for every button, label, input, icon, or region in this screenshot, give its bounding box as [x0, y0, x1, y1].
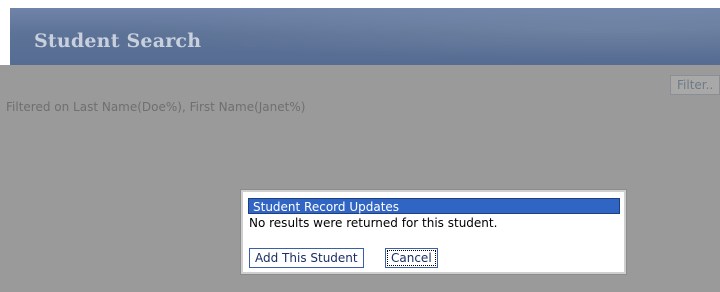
- page-header: Student Search: [10, 8, 720, 65]
- dialog-title: Student Record Updates: [248, 198, 620, 214]
- header-left-margin: [0, 8, 10, 65]
- page-title: Student Search: [34, 30, 202, 52]
- student-search-page: Student Search Filter.. Filtered on Last…: [0, 0, 720, 292]
- dialog-message: No results were returned for this studen…: [249, 216, 498, 230]
- filter-button[interactable]: Filter..: [670, 75, 720, 95]
- cancel-button[interactable]: Cancel: [385, 248, 438, 268]
- student-record-updates-dialog: Student Record Updates No results were r…: [241, 190, 626, 274]
- add-student-button[interactable]: Add This Student: [249, 248, 364, 268]
- filter-summary: Filtered on Last Name(Doe%), First Name(…: [6, 100, 306, 114]
